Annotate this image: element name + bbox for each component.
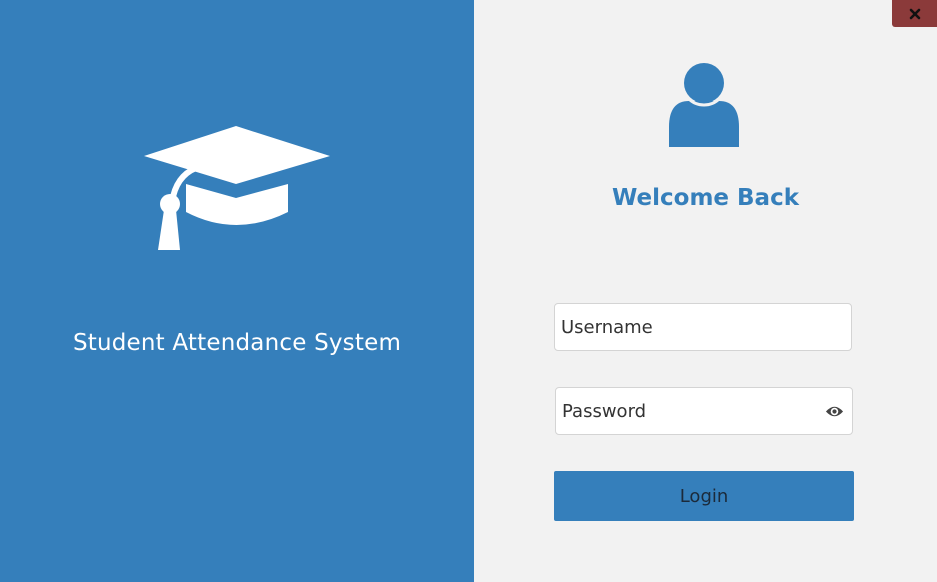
login-window: Student Attendance System Welcome Back U… [0, 0, 937, 582]
password-input[interactable] [556, 388, 812, 434]
username-input[interactable] [555, 304, 811, 350]
login-button[interactable]: Login [554, 471, 854, 521]
graduation-cap-icon [144, 126, 330, 250]
user-icon [669, 63, 739, 147]
eye-icon[interactable] [825, 403, 844, 420]
login-panel: Welcome Back Login [474, 0, 937, 582]
password-field [555, 387, 853, 435]
close-button[interactable] [892, 0, 937, 27]
username-field [554, 303, 852, 351]
branding-panel: Student Attendance System [0, 0, 474, 582]
close-icon [909, 8, 920, 19]
app-title: Student Attendance System [72, 330, 402, 356]
welcome-heading: Welcome Back [611, 185, 800, 211]
